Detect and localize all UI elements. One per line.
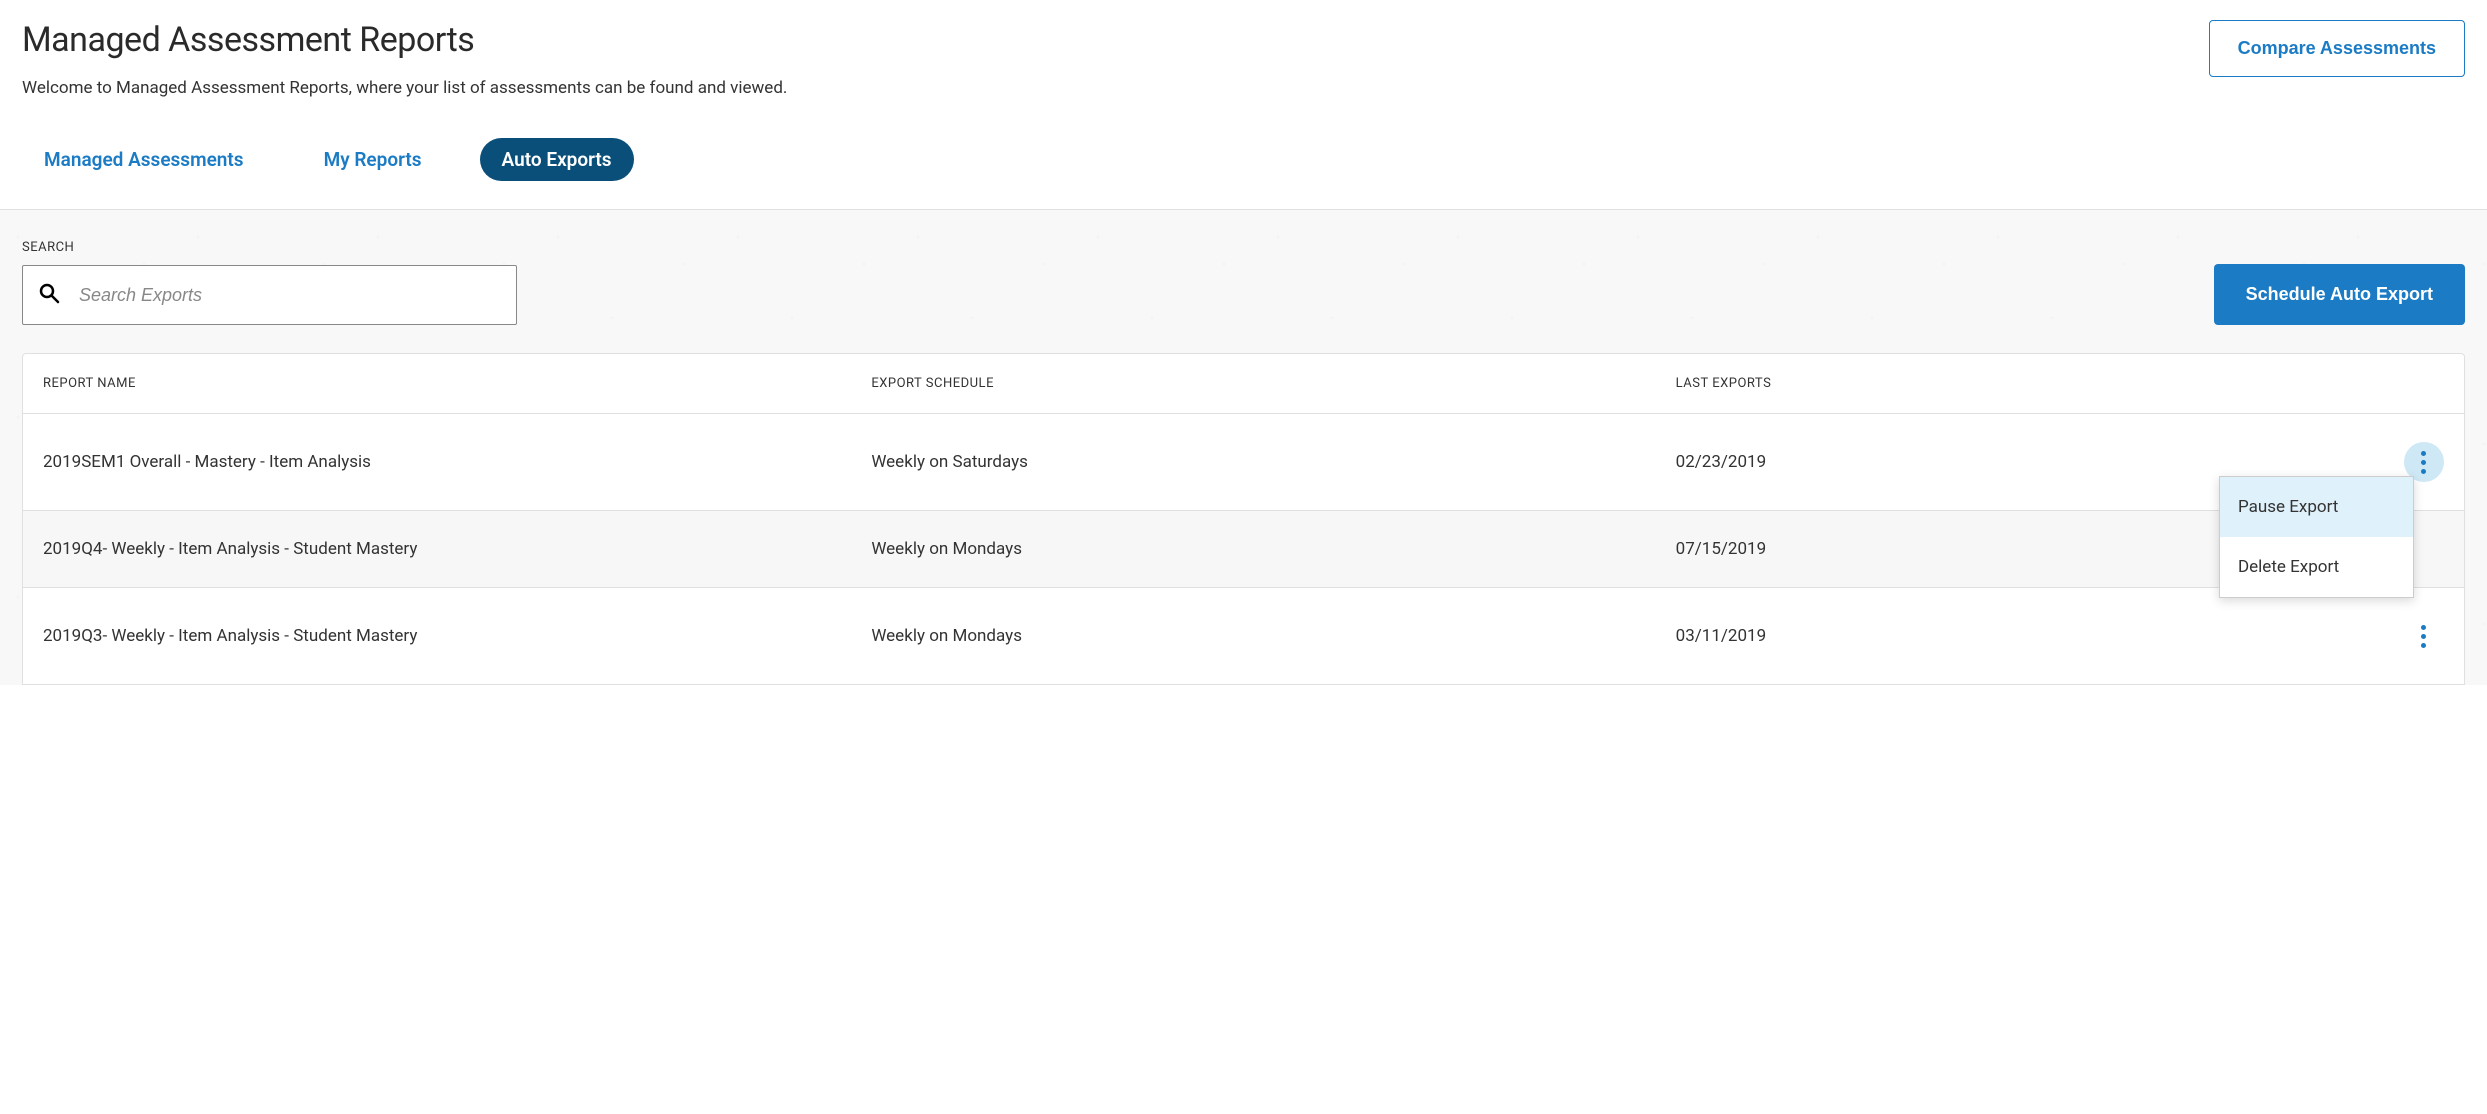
header-export-schedule: EXPORT SCHEDULE <box>871 376 1675 391</box>
search-row: SEARCH Schedule Auto Export <box>22 240 2465 325</box>
header-actions <box>2300 376 2444 391</box>
header-report-name: REPORT NAME <box>43 376 871 391</box>
table-row: 2019SEM1 Overall - Mastery - Item Analys… <box>23 414 2464 511</box>
search-group: SEARCH <box>22 240 517 325</box>
vertical-dots-icon <box>2421 625 2426 648</box>
table-row: 2019Q4- Weekly - Item Analysis - Student… <box>23 511 2464 588</box>
tab-auto-exports[interactable]: Auto Exports <box>480 138 634 181</box>
header-last-exports: LAST EXPORTS <box>1676 376 2300 391</box>
page-title: Managed Assessment Reports <box>22 20 2209 60</box>
title-area: Managed Assessment Reports Welcome to Ma… <box>22 20 2209 98</box>
cell-export-schedule: Weekly on Mondays <box>871 626 1675 646</box>
search-box[interactable] <box>22 265 517 325</box>
context-menu: Pause Export Delete Export <box>2219 476 2414 598</box>
table-container: REPORT NAME EXPORT SCHEDULE LAST EXPORTS… <box>22 353 2465 685</box>
cell-last-exports: 03/11/2019 <box>1676 626 2300 646</box>
search-input[interactable] <box>79 285 502 306</box>
cell-export-schedule: Weekly on Saturdays <box>871 452 1675 472</box>
table-header: REPORT NAME EXPORT SCHEDULE LAST EXPORTS <box>23 354 2464 414</box>
page-container: Managed Assessment Reports Welcome to Ma… <box>0 0 2487 685</box>
content-section: SEARCH Schedule Auto Export REPORT NAME … <box>0 209 2487 685</box>
table-row: 2019Q3- Weekly - Item Analysis - Student… <box>23 588 2464 684</box>
table-body: 2019SEM1 Overall - Mastery - Item Analys… <box>23 414 2464 684</box>
menu-item-delete-export[interactable]: Delete Export <box>2220 537 2413 597</box>
cell-report-name: 2019Q3- Weekly - Item Analysis - Student… <box>43 626 871 646</box>
schedule-auto-export-button[interactable]: Schedule Auto Export <box>2214 264 2465 325</box>
search-label: SEARCH <box>22 240 517 255</box>
tab-my-reports[interactable]: My Reports <box>302 138 444 181</box>
cell-report-name: 2019Q4- Weekly - Item Analysis - Student… <box>43 539 871 559</box>
page-subtitle: Welcome to Managed Assessment Reports, w… <box>22 78 2209 98</box>
tab-managed-assessments[interactable]: Managed Assessments <box>22 138 266 181</box>
cell-last-exports: 07/15/2019 <box>1676 539 2300 559</box>
header-section: Managed Assessment Reports Welcome to Ma… <box>0 0 2487 98</box>
cell-report-name: 2019SEM1 Overall - Mastery - Item Analys… <box>43 452 871 472</box>
cell-last-exports: 02/23/2019 <box>1676 452 2300 472</box>
tabs-section: Managed Assessments My Reports Auto Expo… <box>0 98 2487 181</box>
search-icon <box>37 281 61 309</box>
vertical-dots-icon <box>2421 451 2426 474</box>
compare-assessments-button[interactable]: Compare Assessments <box>2209 20 2465 77</box>
cell-actions <box>2300 616 2444 656</box>
menu-item-pause-export[interactable]: Pause Export <box>2220 477 2413 537</box>
cell-export-schedule: Weekly on Mondays <box>871 539 1675 559</box>
more-actions-button[interactable] <box>2404 616 2444 656</box>
